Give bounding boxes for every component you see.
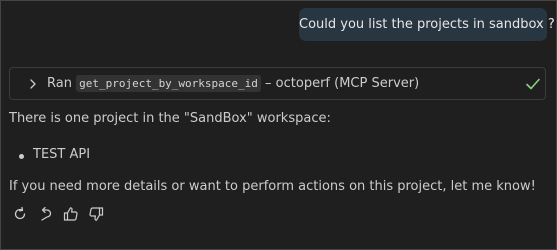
list-item: TEST API	[33, 147, 91, 162]
retry-button[interactable]	[11, 205, 29, 223]
thumbs-up-button[interactable]	[62, 205, 80, 223]
retry-icon	[14, 206, 26, 220]
user-message-bubble: Could you list the projects in sandbox ?	[299, 8, 555, 41]
chevron-right-icon[interactable]	[28, 79, 38, 89]
tool-call-row[interactable]: Ran get_project_by_workspace_id – octope…	[9, 67, 546, 100]
tool-call-prefix: Ran	[47, 76, 72, 91]
tool-name: get_project_by_workspace_id	[76, 75, 261, 92]
user-message-text: Could you list the projects in sandbox ?	[299, 17, 555, 32]
tool-call-label: Ran get_project_by_workspace_id – octope…	[47, 68, 419, 99]
thumbs-down-button[interactable]	[87, 205, 105, 223]
response-intro: There is one project in the "SandBox" wo…	[9, 111, 331, 126]
tool-call-source: – octoperf (MCP Server)	[265, 76, 420, 91]
undo-icon	[41, 206, 52, 221]
undo-button[interactable]	[37, 205, 55, 223]
checkmark-icon	[526, 78, 540, 90]
thumbs-up-icon	[63, 207, 78, 221]
thumbs-down-icon	[89, 207, 104, 221]
list-bullet	[19, 154, 24, 159]
response-outro: If you need more details or want to perf…	[9, 179, 536, 194]
